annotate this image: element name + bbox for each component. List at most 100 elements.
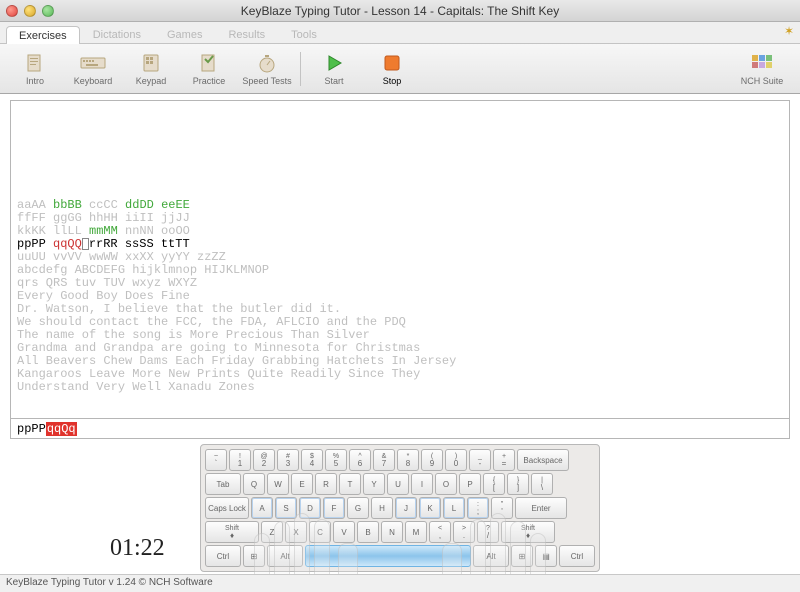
keyboard-area: 01:22 ~`!1@2#3$4%5^6&7*8(9)0_-+=Backspac…: [0, 442, 800, 572]
key-: :;: [467, 497, 489, 519]
key-u: U: [387, 473, 409, 495]
stopwatch-icon: [254, 52, 280, 74]
sync-icon[interactable]: ✶: [784, 24, 794, 38]
nch-suite-button[interactable]: NCH Suite: [734, 47, 790, 91]
key-w: W: [267, 473, 289, 495]
document-icon: [22, 52, 48, 74]
key-3: #3: [277, 449, 299, 471]
key-0: )0: [445, 449, 467, 471]
start-button[interactable]: Start: [309, 47, 359, 91]
cursor-icon: [82, 238, 89, 250]
key-: +=: [493, 449, 515, 471]
key-alt: Alt: [473, 545, 509, 567]
window-title: KeyBlaze Typing Tutor - Lesson 14 - Capi…: [0, 4, 800, 18]
stop-icon: [379, 52, 405, 74]
key-: <,: [429, 521, 451, 543]
titlebar: KeyBlaze Typing Tutor - Lesson 14 - Capi…: [0, 0, 800, 22]
key-backspace: Backspace: [517, 449, 569, 471]
keyboard-label: Keyboard: [74, 76, 113, 86]
key-j: J: [395, 497, 417, 519]
key-: ?/: [477, 521, 499, 543]
key-r: R: [315, 473, 337, 495]
key-tab: Tab: [205, 473, 241, 495]
key-: |\: [531, 473, 553, 495]
key-7: &7: [373, 449, 395, 471]
tab-exercises[interactable]: Exercises: [6, 26, 80, 44]
key-c: C: [309, 521, 331, 543]
keypad-icon: [138, 52, 164, 74]
start-label: Start: [324, 76, 343, 86]
key-: }]: [507, 473, 529, 495]
key-6: ^6: [349, 449, 371, 471]
zoom-icon[interactable]: [42, 5, 54, 17]
key-a: A: [251, 497, 273, 519]
grid-icon: [749, 52, 775, 74]
input-error: qqQq: [46, 422, 77, 436]
tab-dictations[interactable]: Dictations: [80, 25, 154, 43]
key-g: G: [347, 497, 369, 519]
key-alt: Alt: [267, 545, 303, 567]
key-shift: Shift♦: [501, 521, 555, 543]
key-l: L: [443, 497, 465, 519]
keypad-button[interactable]: Keypad: [126, 47, 176, 91]
key-o: O: [435, 473, 457, 495]
key-t: T: [339, 473, 361, 495]
intro-label: Intro: [26, 76, 44, 86]
key-z: Z: [261, 521, 283, 543]
tab-games[interactable]: Games: [154, 25, 215, 43]
key-e: E: [291, 473, 313, 495]
timer: 01:22: [110, 535, 165, 562]
statusbar: KeyBlaze Typing Tutor v 1.24 © NCH Softw…: [0, 574, 800, 592]
content-area: aaAA bbBB ccCC ddDD eeEE ffFF ggGG hhHH …: [0, 94, 800, 441]
separator: [300, 52, 301, 86]
tab-tools[interactable]: Tools: [278, 25, 330, 43]
key-: ⊞: [243, 545, 265, 567]
key-b: B: [357, 521, 379, 543]
key-d: D: [299, 497, 321, 519]
minimize-icon[interactable]: [24, 5, 36, 17]
stop-label: Stop: [383, 76, 402, 86]
keypad-label: Keypad: [136, 76, 167, 86]
window-controls: [6, 5, 54, 17]
key-: >.: [453, 521, 475, 543]
practice-button[interactable]: Practice: [184, 47, 234, 91]
close-icon[interactable]: [6, 5, 18, 17]
key-9: (9: [421, 449, 443, 471]
practice-label: Practice: [193, 76, 226, 86]
key-y: Y: [363, 473, 385, 495]
key-x: X: [285, 521, 307, 543]
key-p: P: [459, 473, 481, 495]
key-1: !1: [229, 449, 251, 471]
typing-input[interactable]: ppPP qqQq: [10, 419, 790, 439]
stop-button[interactable]: Stop: [367, 47, 417, 91]
key-: _-: [469, 449, 491, 471]
keyboard-icon: [80, 52, 106, 74]
key-shift: Shift♦: [205, 521, 259, 543]
key-ctrl: Ctrl: [559, 545, 595, 567]
key-: ~`: [205, 449, 227, 471]
speedtests-button[interactable]: Speed Tests: [242, 47, 292, 91]
key-v: V: [333, 521, 355, 543]
tabstrip: Exercises Dictations Games Results Tools…: [0, 22, 800, 44]
toolbar: Intro Keyboard Keypad Practice Speed Tes…: [0, 44, 800, 94]
intro-button[interactable]: Intro: [10, 47, 60, 91]
keyboard-button[interactable]: Keyboard: [68, 47, 118, 91]
key-: {[: [483, 473, 505, 495]
virtual-keyboard: ~`!1@2#3$4%5^6&7*8(9)0_-+=Backspace TabQ…: [200, 444, 600, 572]
key-: ⊞: [511, 545, 533, 567]
key-ctrl: Ctrl: [205, 545, 241, 567]
tab-results[interactable]: Results: [215, 25, 278, 43]
practice-icon: [196, 52, 222, 74]
key-4: $4: [301, 449, 323, 471]
key-5: %5: [325, 449, 347, 471]
key-i: I: [411, 473, 433, 495]
key-enter: Enter: [515, 497, 567, 519]
key-n: N: [381, 521, 403, 543]
key-s: S: [275, 497, 297, 519]
key-m: M: [405, 521, 427, 543]
key-f: F: [323, 497, 345, 519]
key-: "': [491, 497, 513, 519]
key-: ▤: [535, 545, 557, 567]
play-icon: [321, 52, 347, 74]
speedtests-label: Speed Tests: [242, 76, 291, 86]
